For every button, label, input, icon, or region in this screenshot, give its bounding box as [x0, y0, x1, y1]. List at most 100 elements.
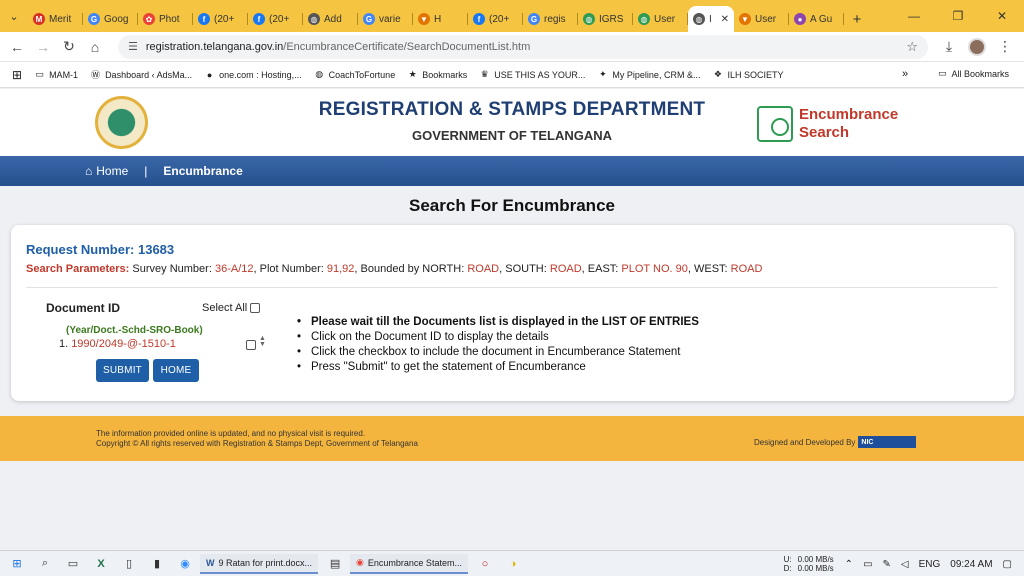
- back-icon[interactable]: ←: [4, 34, 30, 60]
- reload-icon[interactable]: ↻: [56, 34, 82, 60]
- browser-tab[interactable]: ◍ User: [633, 6, 688, 32]
- url-host: registration.telangana.gov.in: [145, 40, 284, 53]
- facebook-icon: f: [473, 13, 485, 25]
- nav-encumbrance-link[interactable]: Encumbrance: [163, 164, 242, 178]
- display-icon[interactable]: ▭: [863, 559, 872, 570]
- monitor-icon[interactable]: ▭: [62, 554, 84, 574]
- bookmark-star-icon[interactable]: ☆: [906, 39, 918, 55]
- notepad-icon[interactable]: ▤: [324, 554, 346, 574]
- screen: { "browser": { "tabs": [ {"label": "Meri…: [0, 0, 1024, 576]
- language-indicator[interactable]: ENG: [919, 559, 941, 570]
- new-tab-button[interactable]: +: [844, 6, 870, 32]
- bookmark-item[interactable]: ◍ CoachToFortune: [314, 69, 395, 80]
- crown-icon: ♛: [480, 69, 489, 79]
- close-window-icon[interactable]: ✕: [980, 0, 1024, 32]
- government-subtitle: GOVERNMENT OF TELANGANA: [411, 128, 613, 143]
- bookmark-item[interactable]: ★ Bookmarks: [407, 69, 468, 80]
- taskbar-chrome-task[interactable]: ◉ Encumbrance Statem...: [350, 553, 468, 574]
- params-label: Search Parameters:: [26, 263, 130, 275]
- instruction-item: Click the checkbox to include the docume…: [297, 345, 699, 360]
- pen-icon[interactable]: ✎: [883, 559, 891, 570]
- document-checkbox[interactable]: [246, 340, 256, 350]
- clock[interactable]: 09:24 AM: [950, 559, 992, 570]
- opera-icon[interactable]: ○: [474, 554, 496, 574]
- browser-tab[interactable]: ◍ Add: [303, 6, 358, 32]
- encumbrance-search-logo-text: Encumbrance Search: [799, 106, 898, 142]
- tab-label: (20+: [214, 13, 235, 25]
- app-icon[interactable]: ▮: [146, 554, 168, 574]
- minimize-icon[interactable]: —: [892, 0, 936, 32]
- volume-icon[interactable]: ◁: [901, 559, 909, 570]
- search-result-card: Request Number: 13683 Search Parameters:…: [11, 225, 1014, 401]
- taskbar-word-task[interactable]: W9 Ratan for print.docx...: [200, 553, 319, 574]
- plot-label: Plot Number:: [259, 263, 324, 275]
- upload-label: U:: [783, 555, 792, 564]
- list-scroll-arrows[interactable]: ▲ ▼: [259, 335, 266, 348]
- system-tray: U: 0.00 MB/s D: 0.00 MB/s ⌃ ▭ ✎ ◁ ENG 09:2…: [784, 551, 1024, 576]
- close-tab-icon[interactable]: ✕: [721, 14, 729, 25]
- snapchat-icon[interactable]: ◑: [502, 554, 524, 574]
- browser-tab[interactable]: M Merit: [28, 6, 83, 32]
- browser-tab[interactable]: ◍ IGRS: [578, 6, 633, 32]
- instruction-item: Please wait till the Documents list is d…: [297, 315, 699, 330]
- search-icon[interactable]: ⌕: [34, 554, 56, 574]
- bookmark-item[interactable]: ♛ USE THIS AS YOUR...: [479, 69, 586, 80]
- url-path: /EncumbranceCertificate/SearchDocumentLi…: [283, 40, 531, 53]
- bookmark-item[interactable]: Ⓦ Dashboard ‹ AdsMa...: [90, 69, 192, 81]
- footer-copyright: Copyright © All rights reserved with Reg…: [96, 439, 418, 448]
- footer-credits: Designed and Developed By NIC: [754, 436, 917, 448]
- bookmark-item[interactable]: ✦ My Pipeline, CRM &...: [597, 69, 700, 80]
- browser-tab[interactable]: ◍ I ✕: [688, 6, 734, 32]
- excel-icon[interactable]: X: [90, 554, 112, 574]
- browser-tab[interactable]: ▼ H: [413, 6, 468, 32]
- browser-tab[interactable]: f (20+: [248, 6, 303, 32]
- start-icon[interactable]: ⊞: [6, 554, 28, 574]
- file-icon[interactable]: ▯: [118, 554, 140, 574]
- browser-tab[interactable]: ● A Gu: [789, 6, 844, 32]
- tray-chevron-icon[interactable]: ⌃: [845, 559, 853, 570]
- home-button[interactable]: HOME: [153, 359, 199, 382]
- bookmark-item[interactable]: ● one.com : Hosting,...: [204, 69, 302, 80]
- menu-icon[interactable]: ⋮: [992, 34, 1018, 60]
- tab-label: A Gu: [810, 13, 833, 25]
- tab-list: M Merit G Goog ✿ Phot f (20+ f (20+ ◍ Add Gvarie ▼ Hf(…: [28, 6, 844, 32]
- profile-avatar[interactable]: [968, 37, 986, 56]
- bookmark-item[interactable]: ▭ MAM-1: [34, 69, 78, 80]
- browser-tab[interactable]: G Goog: [83, 6, 138, 32]
- chrome-icon: ◉: [356, 557, 364, 567]
- tab-label: I: [709, 13, 712, 25]
- browser-tab[interactable]: ✿ Phot: [138, 6, 193, 32]
- submit-button[interactable]: SUBMIT: [96, 359, 149, 382]
- notification-icon[interactable]: ▢: [1003, 559, 1012, 570]
- bookmark-label: Bookmarks: [422, 69, 468, 80]
- bookmark-label: My Pipeline, CRM &...: [612, 69, 701, 80]
- all-bookmarks-folder[interactable]: ▭ All Bookmarks: [938, 68, 1009, 79]
- nav-home-link[interactable]: ⌂ Home: [85, 164, 128, 178]
- bookmark-item[interactable]: ❖ ILH SOCIETY: [712, 69, 784, 80]
- google-icon: G: [88, 13, 100, 25]
- document-id-link[interactable]: 1990/2049-@-1510-1: [71, 338, 176, 350]
- windows-taskbar: ⊞ ⌕ ▭ X ▯ ▮ ◉ W9 Ratan for print.docx...…: [0, 550, 1024, 576]
- home-icon[interactable]: ⌂: [82, 34, 108, 60]
- select-all-label: Select All: [202, 302, 248, 314]
- south-label: SOUTH:: [505, 263, 547, 275]
- browser-tab[interactable]: Gvarie: [358, 6, 413, 32]
- download-icon[interactable]: ⤓: [936, 34, 962, 60]
- zoom-icon[interactable]: ◉: [174, 554, 196, 574]
- apps-icon[interactable]: ⊞: [12, 68, 22, 82]
- select-all-checkbox[interactable]: [250, 303, 261, 313]
- browser-tab[interactable]: Gregis: [523, 6, 578, 32]
- address-bar[interactable]: ☰ registration.telangana.gov.in/Encumbra…: [118, 34, 928, 59]
- more-bookmarks-icon[interactable]: »: [902, 68, 908, 80]
- wordpress-icon: Ⓦ: [91, 70, 101, 80]
- forward-icon[interactable]: →: [30, 34, 56, 60]
- restore-icon[interactable]: ❐: [936, 0, 980, 32]
- browser-tab[interactable]: f (20+: [193, 6, 248, 32]
- pipeline-icon: ✦: [599, 69, 607, 79]
- request-label: Request Number:: [26, 242, 135, 257]
- network-speed: U: 0.00 MB/s D: 0.00 MB/s: [784, 555, 834, 573]
- browser-tab[interactable]: ▼ User: [734, 6, 789, 32]
- browser-tab[interactable]: f (20+: [468, 6, 523, 32]
- tab-search-menu[interactable]: ⌄: [0, 0, 28, 32]
- site-info-icon[interactable]: ☰: [128, 40, 138, 53]
